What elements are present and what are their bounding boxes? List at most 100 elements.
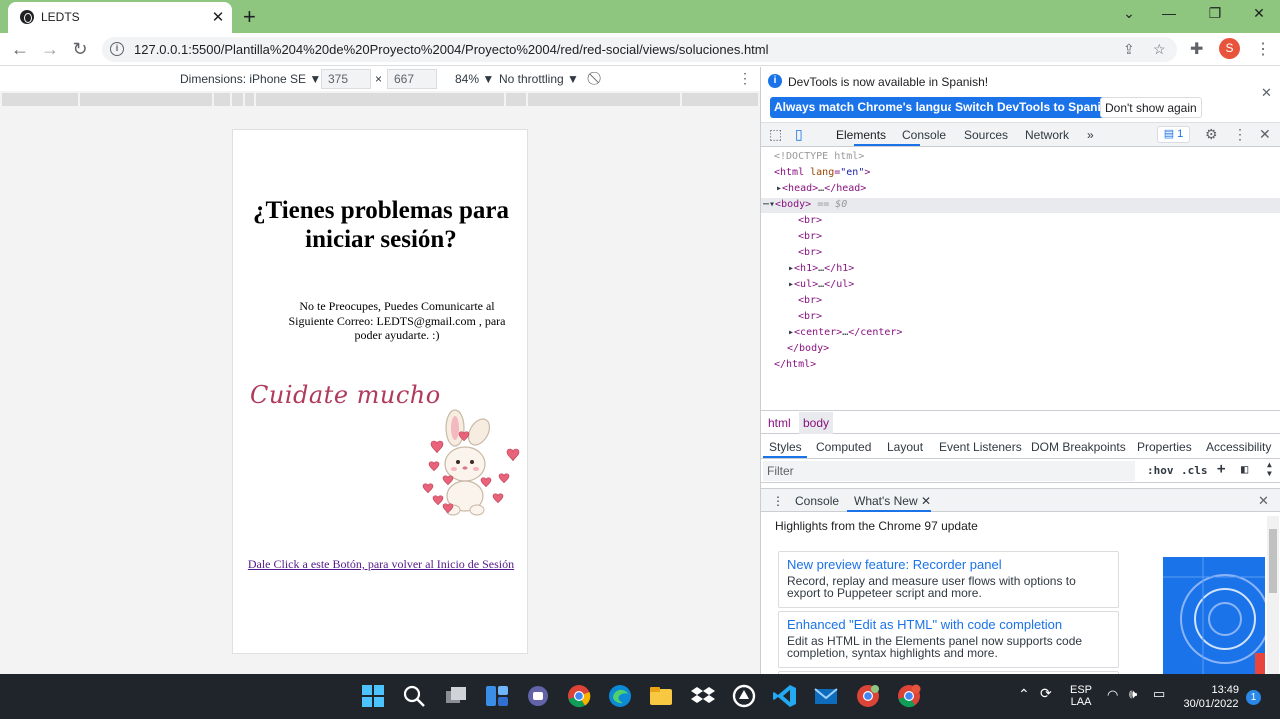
tab-search-icon[interactable]: ⌄ xyxy=(1119,5,1139,22)
breadcrumb-body[interactable]: body xyxy=(799,412,834,434)
device-dimensions-select[interactable]: Dimensions: iPhone SE ▼ xyxy=(180,72,321,86)
widgets-icon[interactable] xyxy=(484,683,510,709)
dom-doctype[interactable]: <!DOCTYPE html> xyxy=(774,151,864,162)
language-indicator[interactable]: ESP LAA xyxy=(1070,684,1092,708)
inspect-element-icon[interactable]: ⬚ xyxy=(769,126,782,143)
dom-body-close[interactable]: </body> xyxy=(787,343,829,354)
task-view-icon[interactable] xyxy=(443,683,469,709)
device-height-input[interactable]: 667 xyxy=(387,69,437,89)
dom-head[interactable]: ▸<head>…</head> xyxy=(776,183,866,194)
hover-state-toggle[interactable]: :hov xyxy=(1147,464,1174,477)
settings-gear-icon[interactable]: ⚙ xyxy=(1205,126,1218,143)
tab-accessibility[interactable]: Accessibility xyxy=(1206,440,1271,454)
devtools-close-icon[interactable]: ✕ xyxy=(1259,126,1271,143)
tab-sources[interactable]: Sources xyxy=(964,128,1008,142)
whats-new-scrollbar[interactable] xyxy=(1267,516,1279,674)
zoom-select[interactable]: 84% ▼ xyxy=(455,72,494,86)
drawer-close-icon[interactable]: ✕ xyxy=(1258,493,1269,509)
card-title[interactable]: Enhanced "Edit as HTML" with code comple… xyxy=(787,617,1062,632)
notification-badge[interactable]: 1 xyxy=(1246,690,1261,705)
mail-icon[interactable] xyxy=(813,683,839,709)
throttling-select[interactable]: No throttling ▼ xyxy=(499,72,579,86)
always-match-language-button[interactable]: Always match Chrome's language xyxy=(770,97,973,118)
tab-properties[interactable]: Properties xyxy=(1137,440,1192,454)
dom-br[interactable]: <br> xyxy=(798,311,822,322)
tab-event-listeners[interactable]: Event Listeners xyxy=(939,440,1022,454)
tab-layout[interactable]: Layout xyxy=(887,440,923,454)
dom-html-close[interactable]: </html> xyxy=(774,359,816,370)
tab-dom-breakpoints[interactable]: DOM Breakpoints xyxy=(1031,440,1126,454)
sync-icon[interactable]: ⟳ xyxy=(1040,685,1052,702)
chrome-profile-icon[interactable] xyxy=(855,683,881,709)
file-explorer-icon[interactable] xyxy=(648,683,674,709)
dom-body[interactable]: ⋯▾<body> == $0 xyxy=(763,199,847,210)
dom-html[interactable]: <html lang="en"> xyxy=(774,167,870,178)
address-bar[interactable]: i 127.0.0.1:5500/Plantilla%204%20de%20Pr… xyxy=(102,37,1177,62)
devtools-menu-icon[interactable]: ⋮ xyxy=(1233,126,1247,143)
dropbox-icon[interactable] xyxy=(690,683,716,709)
switch-to-spanish-button[interactable]: Switch DevTools to Spanish xyxy=(951,97,1119,118)
dom-br[interactable]: <br> xyxy=(798,247,822,258)
clock[interactable]: 13:49 30/01/2022 xyxy=(1181,683,1241,711)
wifi-icon[interactable]: ◠ xyxy=(1107,687,1118,703)
class-toggle[interactable]: .cls xyxy=(1181,464,1208,477)
dom-br[interactable]: <br> xyxy=(798,295,822,306)
browser-tab[interactable]: LEDTS ✕ xyxy=(8,2,232,33)
profile-avatar[interactable]: S xyxy=(1219,38,1240,59)
card-title[interactable]: New preview feature: Recorder panel xyxy=(787,557,1002,572)
dom-br[interactable]: <br> xyxy=(798,231,822,242)
new-rule-icon[interactable]: + xyxy=(1217,461,1225,477)
site-info-icon[interactable]: i xyxy=(110,42,124,56)
teams-chat-icon[interactable] xyxy=(525,683,551,709)
battery-icon[interactable]: ▭ xyxy=(1153,686,1165,702)
infobar-close-icon[interactable]: ✕ xyxy=(1261,85,1272,101)
dont-show-again-button[interactable]: Don't show again xyxy=(1100,97,1202,118)
search-icon[interactable] xyxy=(401,683,427,709)
device-width-input[interactable]: 375 xyxy=(321,69,371,89)
dom-ul[interactable]: ▸<ul>…</ul> xyxy=(788,279,854,290)
vscode-icon[interactable] xyxy=(772,683,798,709)
scroll-arrows-icon[interactable]: ▲ ▼ xyxy=(1267,460,1272,478)
minimize-icon[interactable]: — xyxy=(1159,5,1179,21)
tab-computed[interactable]: Computed xyxy=(816,440,871,454)
bookmark-star-icon[interactable]: ☆ xyxy=(1153,41,1166,58)
chrome-icon[interactable] xyxy=(566,683,592,709)
dom-h1[interactable]: ▸<h1>…</h1> xyxy=(788,263,854,274)
restore-icon[interactable]: ❐ xyxy=(1205,5,1225,22)
edge-icon[interactable] xyxy=(607,683,633,709)
chevron-up-icon[interactable]: ⌃ xyxy=(1018,686,1030,703)
extensions-puzzle-icon[interactable]: ✚ xyxy=(1190,39,1203,59)
whats-new-card[interactable]: New preview feature: Recorder panel Reco… xyxy=(778,551,1119,608)
reload-icon[interactable]: ↻ xyxy=(70,39,90,60)
back-to-login-link[interactable]: Dale Click a este Botón, para volver al … xyxy=(233,557,529,572)
volume-icon[interactable]: 🕪 xyxy=(1129,686,1137,702)
chrome-menu-icon[interactable]: ⋮ xyxy=(1255,39,1271,59)
window-close-icon[interactable]: ✕ xyxy=(1249,5,1269,22)
tab-console[interactable]: Console xyxy=(902,128,946,142)
drawer-tab-whats-new[interactable]: What's New ✕ xyxy=(854,494,931,508)
chrome-active-icon[interactable] xyxy=(896,683,922,709)
back-arrow-icon[interactable]: ← xyxy=(10,39,30,60)
drawer-menu-icon[interactable]: ⋮ xyxy=(772,494,784,508)
tab-close-button[interactable]: ✕ xyxy=(210,8,226,26)
dom-br[interactable]: <br> xyxy=(798,215,822,226)
forward-arrow-icon[interactable]: → xyxy=(40,39,60,60)
issues-badge[interactable]: ▤ 1 xyxy=(1157,126,1190,143)
dom-center[interactable]: ▸<center>…</center> xyxy=(788,327,902,338)
more-tabs-chevron[interactable]: » xyxy=(1087,128,1094,142)
new-tab-button[interactable]: + xyxy=(243,4,256,30)
device-toggle-icon[interactable]: ▯ xyxy=(795,126,803,143)
share-icon[interactable]: ⇪ xyxy=(1123,41,1135,58)
windows-start-icon[interactable] xyxy=(360,683,386,709)
tab-network[interactable]: Network xyxy=(1025,128,1069,142)
toggle-sidebar-icon[interactable]: ◧ xyxy=(1241,462,1248,476)
breadcrumb-html[interactable]: html xyxy=(764,416,795,430)
device-menu-icon[interactable]: ⋮ xyxy=(738,70,752,87)
tab-elements[interactable]: Elements xyxy=(836,128,886,142)
whats-new-card[interactable]: Enhanced "Edit as HTML" with code comple… xyxy=(778,611,1119,668)
tab-styles[interactable]: Styles xyxy=(769,440,802,454)
media-query-ruler[interactable] xyxy=(2,93,758,106)
github-desktop-icon[interactable] xyxy=(731,683,757,709)
drawer-tab-console[interactable]: Console xyxy=(795,494,839,508)
styles-filter-input[interactable]: Filter xyxy=(763,461,1135,481)
